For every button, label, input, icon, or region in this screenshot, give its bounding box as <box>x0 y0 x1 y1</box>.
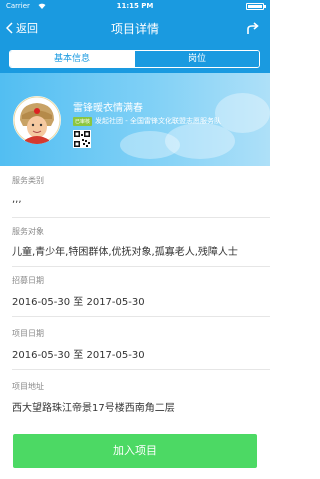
qr-code-icon[interactable] <box>73 130 91 148</box>
divider <box>12 369 270 370</box>
banner-cloud <box>215 93 270 133</box>
project-banner: 雷锋暖衣情满春 已审核 发起社团 - 全国雷锋文化联盟志愿服务队 <box>0 73 270 166</box>
service-target-value: 儿童,青少年,特困群体,优抚对象,孤寡老人,残障人士 <box>12 247 238 258</box>
service-category-value: ,,, <box>12 194 22 205</box>
join-project-button[interactable]: 加入项目 <box>13 434 257 468</box>
organizer-row[interactable]: 已审核 发起社团 - 全国雷锋文化联盟志愿服务队 <box>73 116 221 126</box>
verified-badge: 已审核 <box>73 116 93 126</box>
segmented-control: 基本信息 岗位 <box>9 50 260 68</box>
project-avatar <box>13 96 61 144</box>
nav-bar: 返回 项目详情 <box>0 13 270 43</box>
battery-icon <box>246 3 266 10</box>
divider <box>12 217 270 218</box>
service-category-label: 服务类别 <box>12 176 44 185</box>
divider <box>12 266 270 267</box>
project-date-value: 2016-05-30 至 2017-05-30 <box>12 350 145 361</box>
recruit-date-label: 招募日期 <box>12 276 44 285</box>
project-address-value: 西大望路珠江帝景17号楼西南角二层 <box>12 403 175 414</box>
service-target-label: 服务对象 <box>12 227 44 236</box>
recruit-date-value: 2016-05-30 至 2017-05-30 <box>12 297 145 308</box>
divider <box>12 316 270 317</box>
share-icon[interactable] <box>246 21 260 35</box>
page-title: 项目详情 <box>110 22 159 36</box>
project-date-label: 项目日期 <box>12 329 44 338</box>
project-title: 雷锋暖衣情满春 <box>73 103 143 114</box>
clock: 11:15 PM <box>116 2 154 10</box>
tab-bar: 基本信息 岗位 <box>0 43 270 73</box>
organizer-text: 发起社团 - 全国雷锋文化联盟志愿服务队 <box>95 117 221 125</box>
project-address-label: 项目地址 <box>12 382 44 391</box>
status-bar: Carrier 11:15 PM <box>0 0 270 13</box>
tab-positions[interactable]: 岗位 <box>134 51 259 67</box>
tab-basic-info[interactable]: 基本信息 <box>10 51 134 67</box>
